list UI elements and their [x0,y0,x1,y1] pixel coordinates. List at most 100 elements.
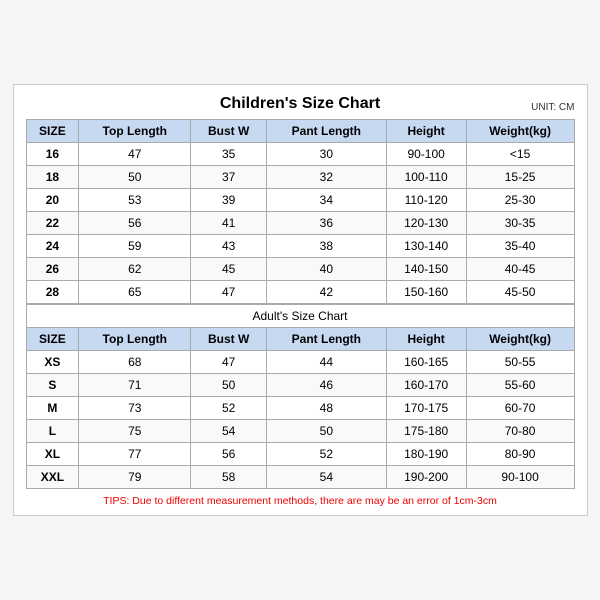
children-col-pantlength: Pant Length [267,120,387,143]
table-cell: 52 [267,443,387,466]
table-row: XS684744160-16550-55 [26,351,574,374]
table-cell: 55-60 [466,374,574,397]
table-cell: 140-150 [386,258,466,281]
table-cell: M [26,397,79,420]
table-cell: 45-50 [466,281,574,304]
table-cell: 120-130 [386,212,466,235]
table-cell: 52 [191,397,267,420]
children-col-weight: Weight(kg) [466,120,574,143]
children-col-height: Height [386,120,466,143]
table-cell: 54 [191,420,267,443]
table-cell: 73 [79,397,191,420]
table-row: 26624540140-15040-45 [26,258,574,281]
table-cell: 53 [79,189,191,212]
table-cell: 34 [267,189,387,212]
table-cell: 42 [267,281,387,304]
table-cell: 65 [79,281,191,304]
adults-col-height: Height [386,328,466,351]
table-cell: 40-45 [466,258,574,281]
adults-header-row: SIZE Top Length Bust W Pant Length Heigh… [26,328,574,351]
table-cell: 15-25 [466,166,574,189]
table-cell: 79 [79,466,191,489]
adults-col-bustw: Bust W [191,328,267,351]
table-row: XXL795854190-20090-100 [26,466,574,489]
table-cell: 75 [79,420,191,443]
table-cell: 150-160 [386,281,466,304]
table-cell: 25-30 [466,189,574,212]
table-row: L755450175-18070-80 [26,420,574,443]
adults-col-weight: Weight(kg) [466,328,574,351]
tips-row: TIPS: Due to different measurement metho… [26,495,575,507]
children-col-bustw: Bust W [191,120,267,143]
table-cell: 90-100 [466,466,574,489]
table-cell: 100-110 [386,166,466,189]
adults-table: Adult's Size Chart SIZE Top Length Bust … [26,304,575,489]
children-table: SIZE Top Length Bust W Pant Length Heigh… [26,119,575,304]
table-cell: 56 [191,443,267,466]
children-header-row: SIZE Top Length Bust W Pant Length Heigh… [26,120,574,143]
table-cell: 54 [267,466,387,489]
table-cell: 40 [267,258,387,281]
table-row: 18503732100-11015-25 [26,166,574,189]
table-cell: <15 [466,143,574,166]
table-cell: 70-80 [466,420,574,443]
adults-col-pantlength: Pant Length [267,328,387,351]
table-cell: 39 [191,189,267,212]
table-cell: 43 [191,235,267,258]
table-row: 22564136120-13030-35 [26,212,574,235]
table-row: S715046160-17055-60 [26,374,574,397]
table-cell: XXL [26,466,79,489]
table-cell: 47 [191,281,267,304]
table-cell: 30 [267,143,387,166]
table-cell: 48 [267,397,387,420]
table-cell: 190-200 [386,466,466,489]
table-row: XL775652180-19080-90 [26,443,574,466]
adults-col-size: SIZE [26,328,79,351]
table-cell: 68 [79,351,191,374]
table-cell: 77 [79,443,191,466]
table-cell: 32 [267,166,387,189]
table-cell: 47 [191,351,267,374]
table-cell: 50 [267,420,387,443]
table-cell: 50 [191,374,267,397]
table-row: 20533934110-12025-30 [26,189,574,212]
table-cell: 50 [79,166,191,189]
adults-col-toplength: Top Length [79,328,191,351]
table-cell: 80-90 [466,443,574,466]
table-cell: 28 [26,281,79,304]
children-col-size: SIZE [26,120,79,143]
table-cell: 59 [79,235,191,258]
table-cell: 20 [26,189,79,212]
table-cell: 44 [267,351,387,374]
table-cell: 110-120 [386,189,466,212]
table-cell: 90-100 [386,143,466,166]
table-cell: 50-55 [466,351,574,374]
table-cell: 35-40 [466,235,574,258]
table-row: 1647353090-100<15 [26,143,574,166]
table-cell: 130-140 [386,235,466,258]
unit-label: UNIT: CM [531,102,574,113]
table-cell: 24 [26,235,79,258]
table-cell: 71 [79,374,191,397]
table-cell: 37 [191,166,267,189]
table-cell: 180-190 [386,443,466,466]
table-cell: 46 [267,374,387,397]
table-cell: XS [26,351,79,374]
table-cell: 35 [191,143,267,166]
adults-section-title-row: Adult's Size Chart [26,305,574,328]
table-cell: 175-180 [386,420,466,443]
adults-title: Adult's Size Chart [26,305,574,328]
children-title-row: Children's Size Chart UNIT: CM [26,95,575,113]
table-cell: XL [26,443,79,466]
table-cell: 26 [26,258,79,281]
table-cell: 45 [191,258,267,281]
table-cell: 62 [79,258,191,281]
table-row: M735248170-17560-70 [26,397,574,420]
table-cell: 38 [267,235,387,258]
table-cell: 22 [26,212,79,235]
table-cell: S [26,374,79,397]
table-cell: 60-70 [466,397,574,420]
table-cell: 170-175 [386,397,466,420]
children-title: Children's Size Chart [220,95,380,113]
table-cell: L [26,420,79,443]
